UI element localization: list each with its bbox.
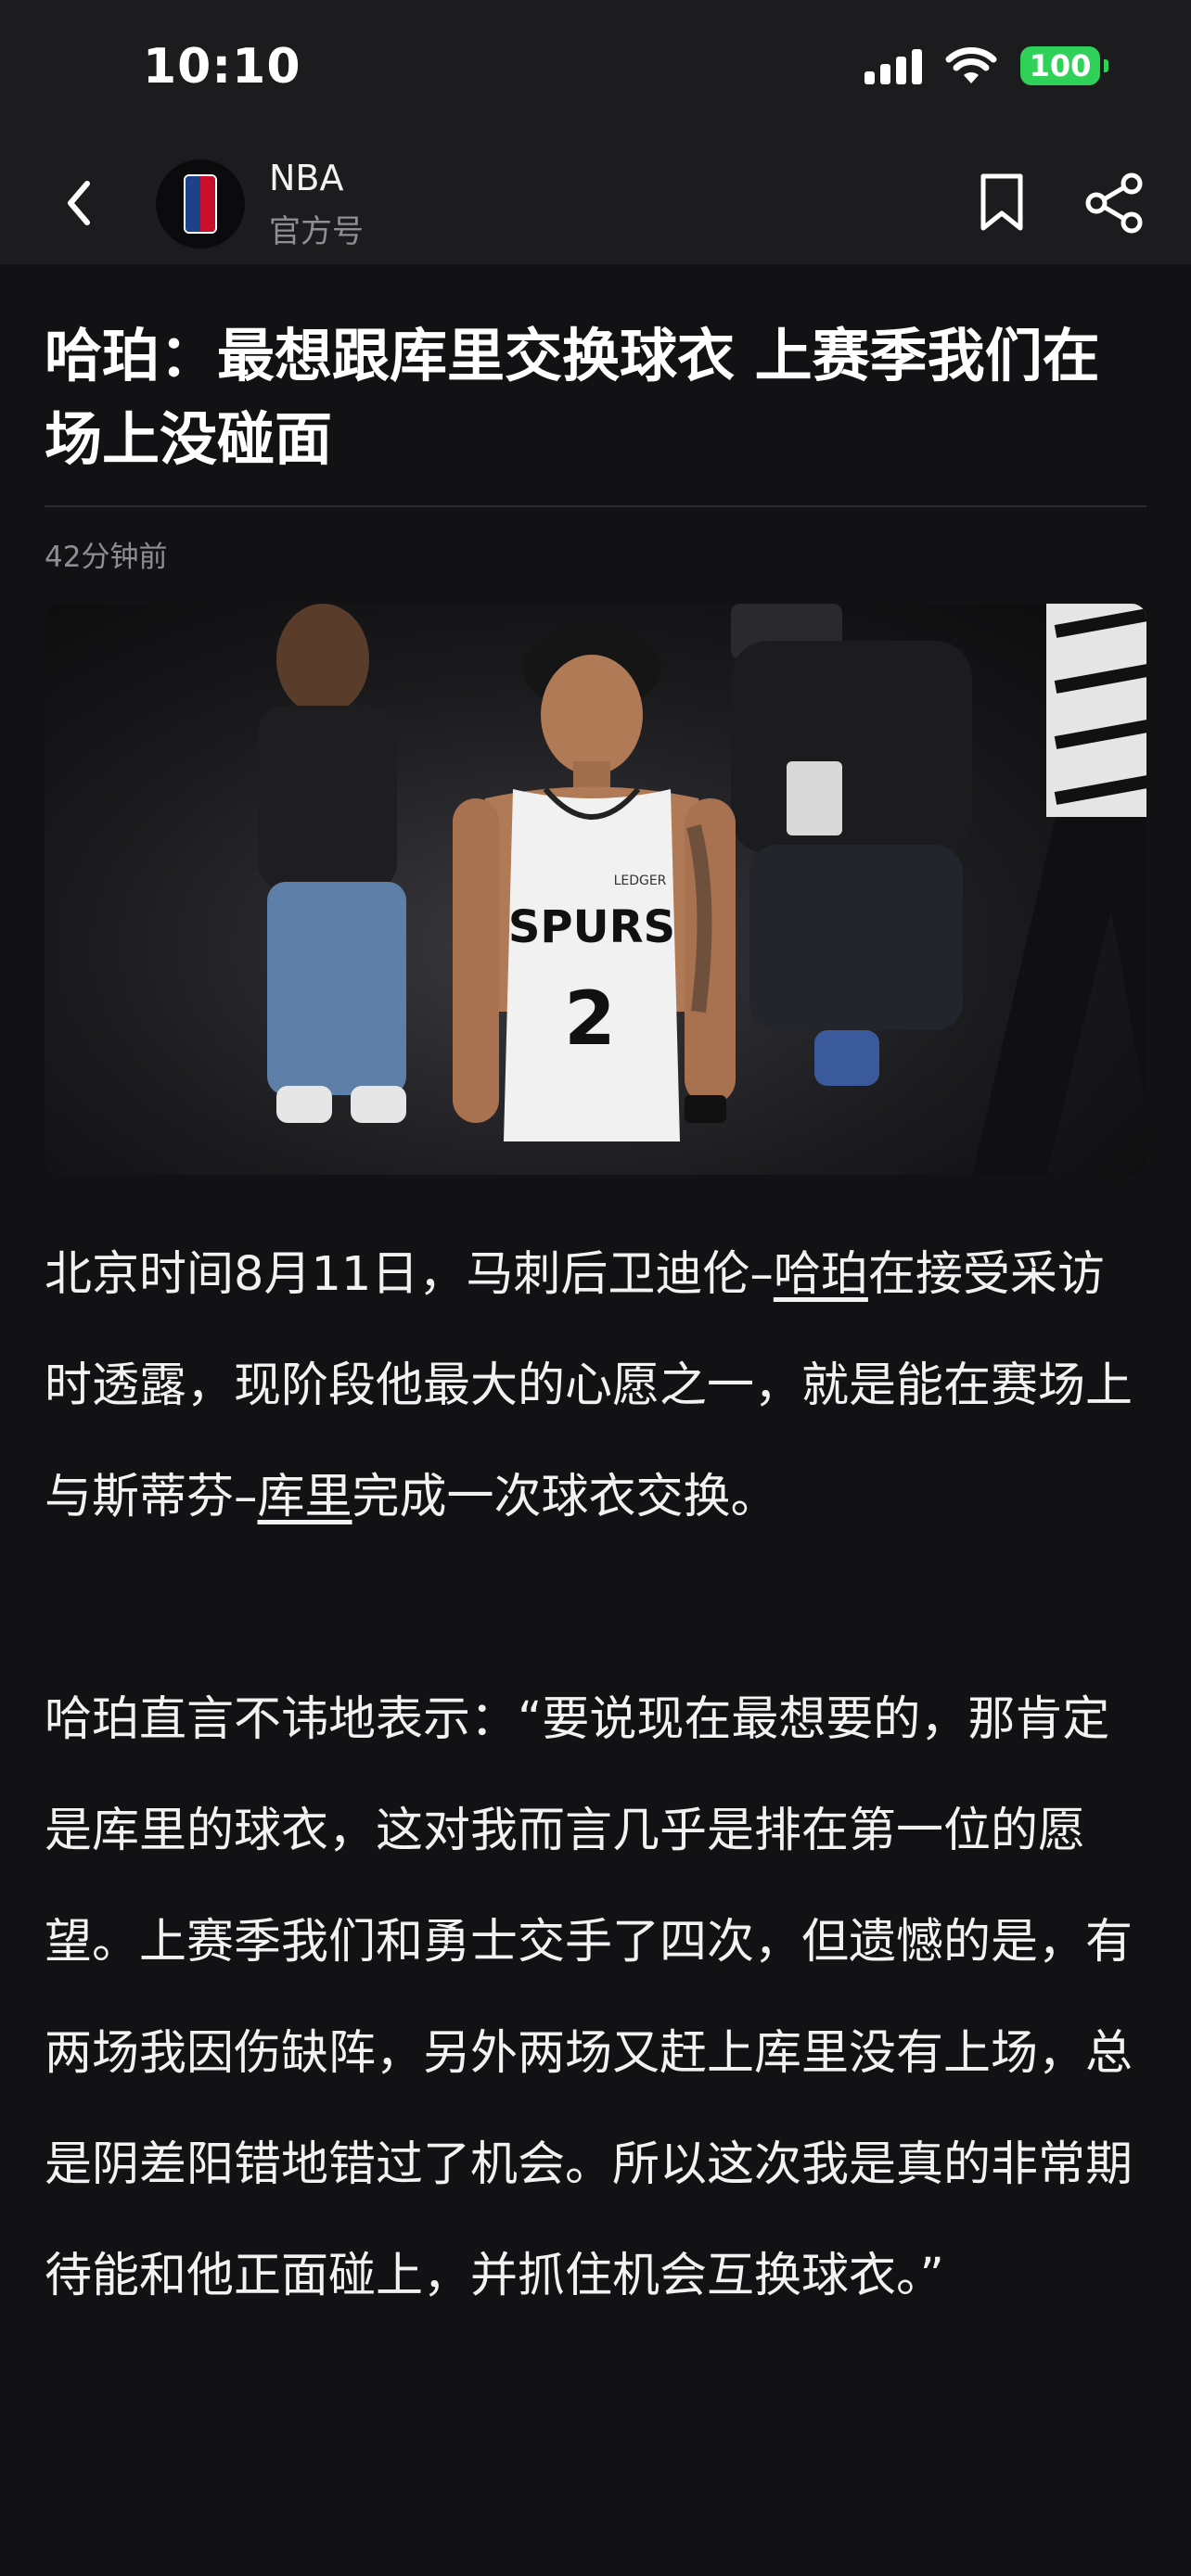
account-subtitle: 官方号	[269, 213, 364, 250]
status-time: 10:10	[143, 39, 301, 95]
player-figure: SPURS 2 LEDGER	[453, 627, 736, 1141]
wifi-icon	[945, 47, 997, 83]
paragraph-text: 北京时间8月11日，马刺后卫迪伦–	[45, 1247, 774, 1302]
status-bar: 10:10 100	[0, 0, 1191, 139]
player-link-harper[interactable]: 哈珀	[774, 1247, 868, 1302]
nav-bar: NBA 官方号	[0, 139, 1191, 264]
spectator-figure	[258, 604, 406, 1123]
paragraph-text: 完成一次球衣交换。	[352, 1470, 778, 1524]
bookmark-icon[interactable]	[976, 171, 1028, 236]
back-icon[interactable]	[56, 171, 102, 236]
account-name[interactable]: NBA	[269, 158, 344, 198]
article-body: 北京时间8月11日，马刺后卫迪伦–哈珀在接受采访时透露，现阶段他最大的心愿之一，…	[45, 1219, 1146, 2332]
player-link-curry[interactable]: 库里	[258, 1470, 352, 1524]
share-icon[interactable]	[1083, 171, 1146, 236]
status-icons: 100	[864, 46, 1108, 85]
paragraph: 哈珀直言不讳地表示：“要说现在最想要的，那肯定是库里的球衣，这对我而言几乎是排在…	[45, 1692, 1133, 2303]
paragraph: 北京时间8月11日，马刺后卫迪伦–哈珀在接受采访时透露，现阶段他最大的心愿之一，…	[45, 1219, 1146, 1553]
battery-icon: 100	[1020, 46, 1108, 85]
publish-time: 42分钟前	[45, 541, 168, 574]
article-headline: 哈珀：最想跟库里交换球衣 上赛季我们在场上没碰面	[45, 322, 1100, 473]
referee-figure	[972, 604, 1146, 1175]
jersey-patch: LEDGER	[614, 874, 667, 888]
divider	[45, 505, 1146, 507]
avatar[interactable]	[156, 159, 245, 249]
signal-icon	[864, 47, 922, 84]
nba-logo-icon	[184, 174, 217, 234]
article-photo[interactable]: SPURS 2 LEDGER	[45, 604, 1146, 1175]
article: 哈珀：最想跟库里交换球衣 上赛季我们在场上没碰面 42分钟前 SPURS 2 L…	[45, 264, 1146, 2332]
jersey-text: SPURS	[508, 901, 675, 953]
jersey-number: 2	[564, 976, 616, 1062]
